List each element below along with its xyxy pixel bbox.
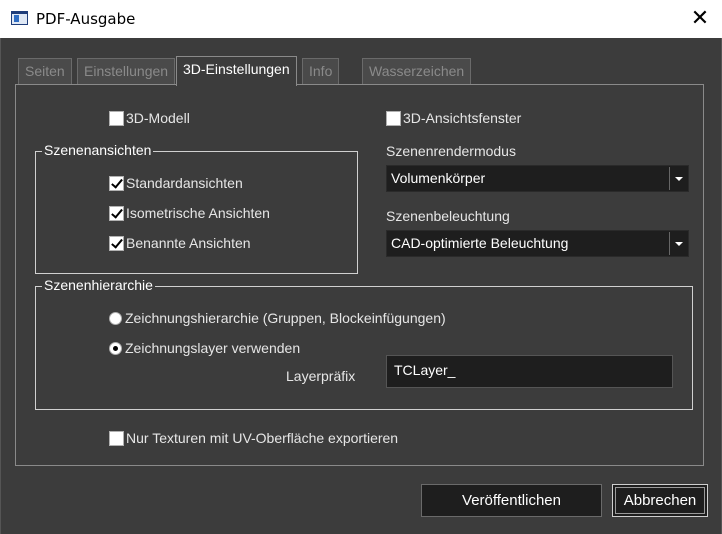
checkbox-box[interactable] bbox=[109, 235, 124, 251]
tab-einstellungen[interactable]: Einstellungen bbox=[77, 58, 176, 84]
select-value: CAD-optimierte Beleuchtung bbox=[391, 235, 569, 251]
checkbox-box[interactable] bbox=[109, 175, 124, 191]
cancel-button[interactable]: Abbrechen bbox=[612, 484, 708, 517]
tab-label: Wasserzeichen bbox=[369, 63, 465, 79]
checkbox-label: 3D-Modell bbox=[126, 110, 190, 126]
tab-info[interactable]: Info bbox=[302, 58, 340, 84]
checkbox-box[interactable] bbox=[386, 110, 401, 126]
app-window-icon bbox=[11, 11, 28, 25]
radio-label: Zeichnungshierarchie (Gruppen, Blockeinf… bbox=[125, 310, 446, 326]
tab-3d-einstellungen[interactable]: 3D-Einstellungen bbox=[176, 56, 297, 86]
checkbox-3d-view-window[interactable]: 3D-Ansichtsfenster bbox=[386, 110, 521, 126]
radio-button[interactable] bbox=[109, 311, 122, 325]
radio-use-drawing-layers[interactable]: Zeichnungslayer verwenden bbox=[109, 340, 300, 356]
layer-prefix-input[interactable]: TCLayer_ bbox=[386, 355, 673, 388]
checkbox-label: Benannte Ansichten bbox=[126, 235, 251, 251]
tab-label: Einstellungen bbox=[84, 63, 169, 79]
render-mode-label: Szenenrendermodus bbox=[386, 143, 516, 159]
checkbox-box[interactable] bbox=[109, 430, 124, 446]
title-bar: PDF-Ausgabe ✕ bbox=[0, 0, 722, 38]
checkbox-isometric-views[interactable]: Isometrische Ansichten bbox=[109, 205, 270, 221]
radio-drawing-hierarchy[interactable]: Zeichnungshierarchie (Gruppen, Blockeinf… bbox=[109, 310, 446, 326]
radio-label: Zeichnungslayer verwenden bbox=[125, 340, 301, 356]
chevron-down-icon[interactable] bbox=[669, 167, 687, 190]
checkbox-label: Nur Texturen mit UV-Oberfläche exportier… bbox=[126, 430, 399, 446]
lighting-select[interactable]: CAD-optimierte Beleuchtung bbox=[386, 230, 689, 257]
checkbox-standard-views[interactable]: Standardansichten bbox=[109, 175, 243, 191]
group-title: Szenenansichten bbox=[42, 142, 154, 158]
tab-label: Seiten bbox=[25, 63, 65, 79]
tab-seiten[interactable]: Seiten bbox=[18, 58, 72, 84]
select-value: Volumenkörper bbox=[391, 170, 486, 186]
chevron-down-icon[interactable] bbox=[669, 232, 687, 255]
tab-wasserzeichen[interactable]: Wasserzeichen bbox=[362, 58, 472, 84]
checkbox-3d-model[interactable]: 3D-Modell bbox=[109, 110, 190, 126]
render-mode-select[interactable]: Volumenkörper bbox=[386, 165, 689, 192]
close-icon[interactable]: ✕ bbox=[678, 0, 722, 38]
checkbox-label: Isometrische Ansichten bbox=[126, 205, 270, 221]
checkbox-uv-textures[interactable]: Nur Texturen mit UV-Oberfläche exportier… bbox=[109, 430, 398, 446]
radio-button[interactable] bbox=[109, 341, 122, 355]
checkbox-box[interactable] bbox=[109, 110, 124, 126]
checkbox-label: 3D-Ansichtsfenster bbox=[403, 110, 522, 126]
lighting-label: Szenenbeleuchtung bbox=[386, 208, 510, 224]
tab-label: Info bbox=[309, 63, 333, 79]
publish-button[interactable]: Veröffentlichen bbox=[421, 484, 602, 517]
checkbox-box[interactable] bbox=[109, 205, 124, 221]
group-title: Szenenhierarchie bbox=[42, 277, 155, 293]
layer-prefix-label: Layerpräfix bbox=[286, 368, 356, 384]
tab-label: 3D-Einstellungen bbox=[183, 61, 290, 77]
checkbox-named-views[interactable]: Benannte Ansichten bbox=[109, 235, 251, 251]
window-title: PDF-Ausgabe bbox=[36, 10, 136, 28]
checkbox-label: Standardansichten bbox=[126, 175, 243, 191]
